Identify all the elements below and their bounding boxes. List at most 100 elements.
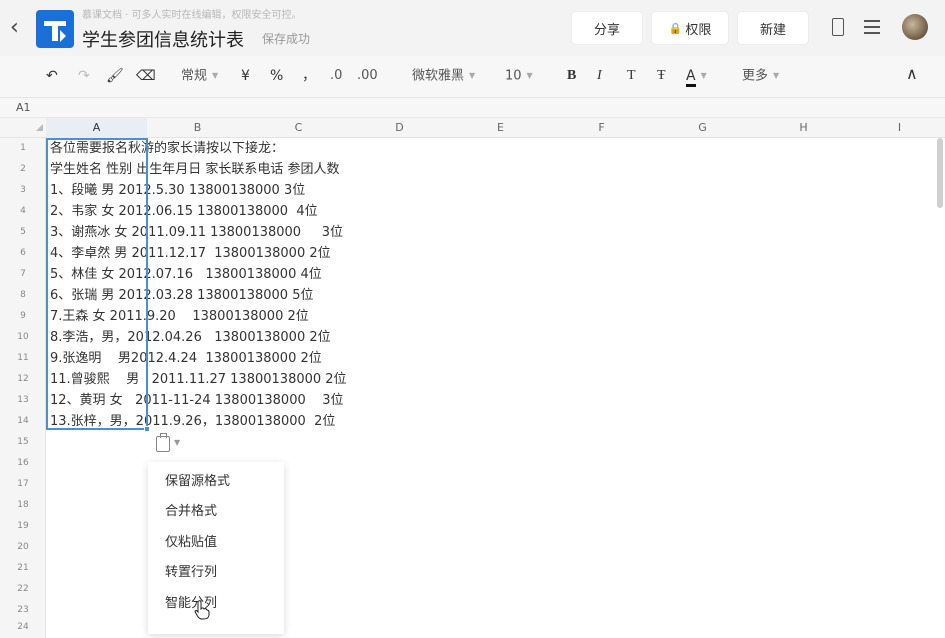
underline-button[interactable]: T <box>627 66 636 86</box>
redo-icon[interactable]: ↷ <box>78 66 90 86</box>
currency-button[interactable]: ¥ <box>241 66 250 86</box>
row-header[interactable]: 3 <box>0 180 46 201</box>
permission-button[interactable]: 🔒 权限 <box>652 12 728 44</box>
column-header[interactable]: B <box>147 118 248 138</box>
chevron-down-icon: ▼ <box>700 71 707 80</box>
row-header[interactable]: 6 <box>0 243 46 264</box>
cell-reference[interactable]: A1 <box>16 101 31 114</box>
collapse-toolbar-icon[interactable]: ∧ <box>906 64 918 83</box>
menu-icon[interactable] <box>864 20 880 34</box>
row-header[interactable]: 18 <box>0 495 46 516</box>
lock-icon: 🔒 <box>668 21 683 35</box>
cell-a11[interactable]: 9.张逸明 男2012.4.24 13800138000 2位 <box>50 348 322 369</box>
chevron-down-icon: ▼ <box>469 71 476 80</box>
cell-a7[interactable]: 5、林佳 女 2012.07.16 13800138000 4位 <box>50 264 322 285</box>
column-header[interactable]: F <box>551 118 652 138</box>
format-painter-icon[interactable]: 🖌 <box>106 66 124 86</box>
font-family-label: 微软雅黑 <box>412 68 465 84</box>
back-icon[interactable]: ‹ <box>10 17 19 39</box>
more-dropdown[interactable]: 更多 ▼ <box>742 66 779 87</box>
clear-format-icon[interactable]: ⌫ <box>136 66 156 86</box>
row-header[interactable]: 12 <box>0 369 46 390</box>
chevron-down-icon: ▼ <box>212 71 219 80</box>
undo-icon[interactable]: ↶ <box>46 66 58 86</box>
number-format-label: 常规 <box>181 68 208 84</box>
column-header[interactable]: D <box>349 118 450 138</box>
column-header[interactable]: H <box>753 118 854 138</box>
vertical-scrollbar[interactable] <box>937 138 943 208</box>
cell-a10[interactable]: 8.李浩，男，2012.04.26 13800138000 2位 <box>50 327 331 348</box>
strikethrough-button[interactable]: Ŧ <box>657 66 666 86</box>
share-button[interactable]: 分享 <box>572 12 642 44</box>
font-family-dropdown[interactable]: 微软雅黑 ▼ <box>412 66 475 87</box>
percent-button[interactable]: % <box>270 66 283 86</box>
column-headers: A B C D E F G H I <box>0 118 945 138</box>
row-headers: 1 2 3 4 5 6 7 8 9 10 11 12 13 14 15 16 1… <box>0 138 46 638</box>
row-header[interactable]: 16 <box>0 453 46 474</box>
row-header[interactable]: 7 <box>0 264 46 285</box>
cell-a5[interactable]: 3、谢燕冰 女 2011.09.11 13800138000 3位 <box>50 222 343 243</box>
select-all-icon[interactable] <box>36 124 43 131</box>
font-size-dropdown[interactable]: 10 ▼ <box>505 66 533 87</box>
chevron-down-icon: ▼ <box>773 71 780 80</box>
cell-a6[interactable]: 4、李卓然 男 2011.12.17 13800138000 2位 <box>50 243 331 264</box>
row-header[interactable]: 2 <box>0 159 46 180</box>
row-header[interactable]: 9 <box>0 306 46 327</box>
cell-a3[interactable]: 1、段曦 男 2012.5.30 13800138000 3位 <box>50 180 305 201</box>
paste-merge-format[interactable]: 合并格式 <box>165 502 217 522</box>
column-header[interactable]: C <box>248 118 349 138</box>
row-header[interactable]: 19 <box>0 516 46 537</box>
cell-a13[interactable]: 12、黄玥 女 2011-11-24 13800138000 3位 <box>50 390 344 411</box>
mobile-preview-icon[interactable] <box>832 18 844 36</box>
more-label: 更多 <box>742 68 769 84</box>
cell-a9[interactable]: 7.王森 女 2011.9.20 13800138000 2位 <box>50 306 309 327</box>
cell-a4[interactable]: 2、韦家 女 2012.06.15 13800138000 4位 <box>50 201 318 222</box>
paste-options-menu: 保留源格式 合并格式 仅粘贴值 转置行列 智能分列 <box>148 462 284 634</box>
column-header[interactable]: E <box>450 118 551 138</box>
increase-decimal-button[interactable]: .00 <box>357 66 378 86</box>
column-header[interactable]: G <box>652 118 753 138</box>
decrease-decimal-button[interactable]: .0 <box>330 66 342 86</box>
app-logo <box>36 10 74 48</box>
cell-a14[interactable]: 13.张梓，男，2011.9.26，13800138000 2位 <box>50 411 335 432</box>
format-toolbar: ↶ ↷ 🖌 ⌫ 常规 ▼ ¥ % ， .0 .00 微软雅黑 ▼ 10 ▼ B I T… <box>0 56 945 98</box>
row-header[interactable]: 22 <box>0 579 46 600</box>
cell-a2[interactable]: 学生姓名 性别 出生年月日 家长联系电话 参团人数 <box>50 159 340 180</box>
row-header[interactable]: 4 <box>0 201 46 222</box>
row-header[interactable]: 15 <box>0 432 46 453</box>
row-header[interactable]: 5 <box>0 222 46 243</box>
font-color-icon: A <box>686 68 696 87</box>
column-header[interactable]: A <box>46 118 147 138</box>
bold-button[interactable]: B <box>567 66 576 86</box>
font-color-button[interactable]: A ▼ <box>686 66 707 87</box>
paste-transpose[interactable]: 转置行列 <box>165 563 217 583</box>
row-header[interactable]: 13 <box>0 390 46 411</box>
new-button[interactable]: 新建 <box>738 12 808 44</box>
avatar[interactable] <box>902 14 928 40</box>
save-status: 保存成功 <box>262 32 311 46</box>
thousands-separator-button[interactable]: ， <box>302 66 316 86</box>
cell-a12[interactable]: 11.曾骏熙 男 2011.11.27 13800138000 2位 <box>50 369 347 390</box>
row-header[interactable]: 8 <box>0 285 46 306</box>
paste-values-only[interactable]: 仅粘贴值 <box>165 533 217 553</box>
row-header[interactable]: 24 <box>0 617 46 638</box>
document-title[interactable]: 学生参团信息统计表 <box>82 26 244 52</box>
cell-a8[interactable]: 6、张瑞 男 2012.03.28 13800138000 5位 <box>50 285 314 306</box>
row-header[interactable]: 14 <box>0 411 46 432</box>
column-header[interactable]: I <box>854 118 945 138</box>
row-header[interactable]: 21 <box>0 558 46 579</box>
paste-keep-source-format[interactable]: 保留源格式 <box>165 472 230 492</box>
formula-bar: A1 <box>0 98 945 118</box>
chevron-down-icon[interactable]: ▼ <box>174 438 180 447</box>
app-header: ‹ 慕课文档 · 可多人实时在线编辑，权限安全可控。 学生参团信息统计表 保存成… <box>0 0 945 56</box>
number-format-dropdown[interactable]: 常规 ▼ <box>181 66 218 87</box>
row-header[interactable]: 11 <box>0 348 46 369</box>
row-header[interactable]: 1 <box>0 138 46 159</box>
fill-handle[interactable] <box>144 426 150 432</box>
row-header[interactable]: 20 <box>0 537 46 558</box>
row-header[interactable]: 17 <box>0 474 46 495</box>
italic-button[interactable]: I <box>597 66 602 86</box>
cell-a1[interactable]: 各位需要报名秋游的家长请按以下接龙： <box>50 138 284 159</box>
row-header[interactable]: 10 <box>0 327 46 348</box>
paste-options-icon[interactable] <box>156 433 170 452</box>
